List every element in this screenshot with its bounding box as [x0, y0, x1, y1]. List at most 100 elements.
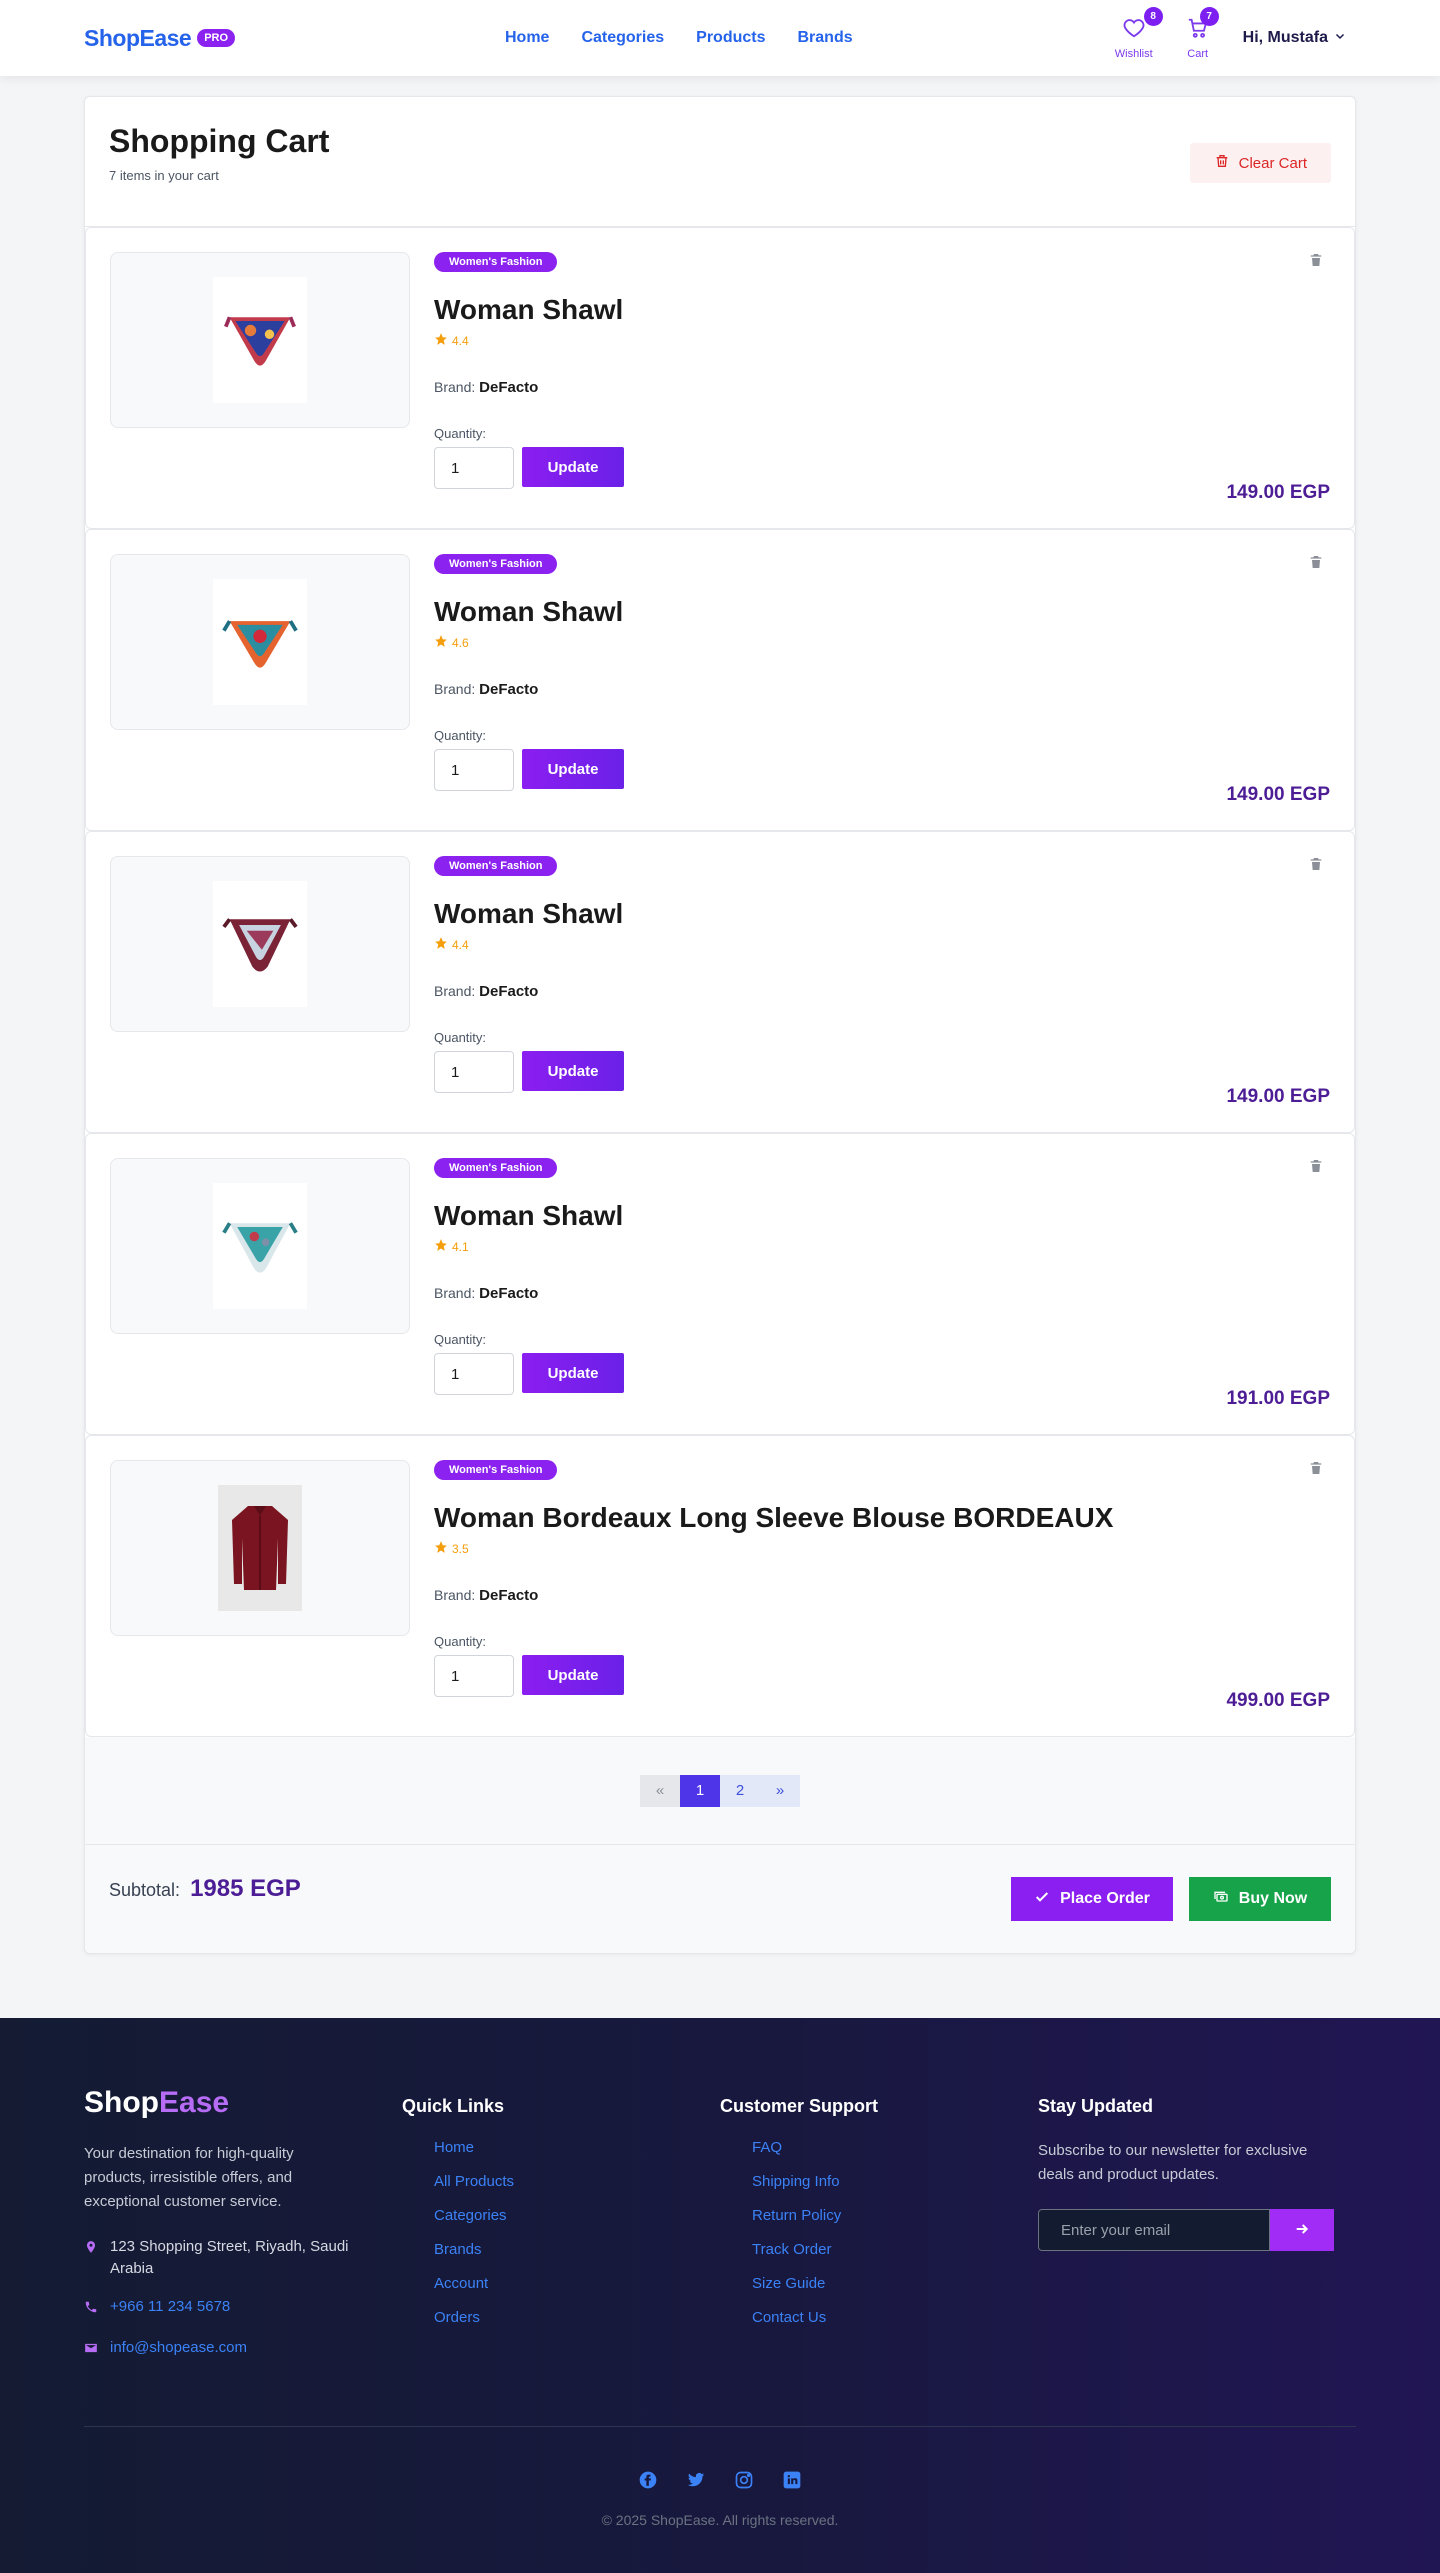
arrow-right-icon — [1294, 2221, 1310, 2240]
category-badge[interactable]: Women's Fashion — [434, 1158, 558, 1178]
quantity-label: Quantity: — [434, 1634, 487, 1649]
quantity-input[interactable] — [434, 1051, 514, 1093]
product-brand: Brand: DeFacto — [434, 1285, 539, 1302]
footer-link-returns[interactable]: Return Policy — [752, 2207, 1038, 2224]
wishlist-button[interactable]: 8 Wishlist — [1114, 6, 1163, 60]
category-badge[interactable]: Women's Fashion — [434, 1460, 558, 1480]
footer-link-faq[interactable]: FAQ — [752, 2139, 1038, 2156]
pagination-page-2[interactable]: 2 — [720, 1774, 760, 1807]
remove-item-icon[interactable] — [1308, 554, 1324, 575]
star-icon — [434, 1238, 448, 1255]
pro-badge: PRO — [197, 29, 236, 47]
quantity-label: Quantity: — [434, 1332, 487, 1347]
location-pin-icon — [84, 2236, 98, 2261]
category-badge[interactable]: Women's Fashion — [434, 252, 558, 272]
rating-value: 4.6 — [452, 635, 469, 650]
cart-item: Women's Fashion Woman Shawl 4.4 Brand: D… — [85, 227, 1355, 529]
support-title: Customer Support — [720, 2096, 879, 2116]
newsletter-title: Stay Updated — [1038, 2096, 1154, 2116]
newsletter-email-input[interactable] — [1038, 2209, 1270, 2251]
remove-item-icon[interactable] — [1308, 1460, 1324, 1481]
footer-link-home[interactable]: Home — [434, 2139, 720, 2156]
product-brand: Brand: DeFacto — [434, 983, 539, 1000]
update-quantity-button[interactable]: Update — [522, 447, 624, 487]
brand-logo[interactable]: ShopEase PRO — [84, 25, 236, 52]
item-price: 191.00 EGP — [1226, 1388, 1330, 1409]
footer-link-account[interactable]: Account — [434, 2275, 720, 2292]
nav-link-brands[interactable]: Brands — [798, 29, 853, 47]
footer-link-contact[interactable]: Contact Us — [752, 2309, 1038, 2326]
footer-link-categories[interactable]: Categories — [434, 2207, 720, 2224]
trash-icon — [1214, 153, 1230, 173]
footer-link-brands[interactable]: Brands — [434, 2241, 720, 2258]
footer-link-shipping[interactable]: Shipping Info — [752, 2173, 1038, 2190]
product-rating: 4.1 — [434, 1238, 1330, 1255]
pagination-prev[interactable]: « — [640, 1774, 680, 1807]
copyright: © 2025 ShopEase. All rights reserved. — [601, 2512, 839, 2528]
star-icon — [434, 634, 448, 651]
pagination-next[interactable]: » — [760, 1774, 800, 1807]
product-name[interactable]: Woman Shawl — [434, 898, 1330, 930]
category-badge[interactable]: Women's Fashion — [434, 554, 558, 574]
product-image[interactable] — [110, 1460, 410, 1636]
page-title: Shopping Cart — [109, 123, 330, 159]
envelope-icon — [84, 2337, 98, 2362]
nav-link-products[interactable]: Products — [696, 29, 765, 47]
wishlist-label: Wishlist — [1114, 47, 1153, 60]
subtotal-value: 1985 EGP — [190, 1875, 301, 1902]
remove-item-icon[interactable] — [1308, 252, 1324, 273]
instagram-icon[interactable] — [734, 2470, 754, 2495]
product-image[interactable] — [110, 252, 410, 428]
update-quantity-button[interactable]: Update — [522, 1353, 624, 1393]
product-image[interactable] — [110, 1158, 410, 1334]
buy-now-button[interactable]: Buy Now — [1189, 1877, 1331, 1921]
newsletter-submit-button[interactable] — [1270, 2209, 1334, 2251]
nav-link-home[interactable]: Home — [505, 29, 549, 47]
footer-phone[interactable]: +966 11 234 5678 — [84, 2296, 402, 2321]
product-image[interactable] — [110, 554, 410, 730]
footer-logo[interactable]: ShopEase — [84, 2086, 402, 2120]
clear-cart-label: Clear Cart — [1238, 154, 1307, 172]
facebook-icon[interactable] — [638, 2470, 658, 2495]
cart-summary: Subtotal: 1985 EGP Place Order Buy Now — [85, 1845, 1355, 1953]
quantity-input[interactable] — [434, 749, 514, 791]
update-quantity-button[interactable]: Update — [522, 1655, 624, 1695]
star-icon — [434, 332, 448, 349]
product-name[interactable]: Woman Shawl — [434, 596, 1330, 628]
nav-link-categories[interactable]: Categories — [581, 29, 664, 47]
newsletter-form — [1038, 2209, 1356, 2251]
footer-link-all-products[interactable]: All Products — [434, 2173, 720, 2190]
footer-email[interactable]: info@shopease.com — [84, 2337, 402, 2362]
linkedin-icon[interactable] — [782, 2470, 802, 2495]
rating-value: 4.1 — [452, 1239, 469, 1254]
remove-item-icon[interactable] — [1308, 856, 1324, 877]
product-name[interactable]: Woman Shawl — [434, 294, 1330, 326]
product-brand: Brand: DeFacto — [434, 379, 539, 396]
shawl-image — [213, 1183, 307, 1309]
category-badge[interactable]: Women's Fashion — [434, 856, 558, 876]
user-menu[interactable]: Hi, Mustafa — [1243, 29, 1346, 47]
cart-item: Women's Fashion Woman Shawl 4.4 Brand: D… — [85, 831, 1355, 1133]
update-quantity-button[interactable]: Update — [522, 749, 624, 789]
cart-count-badge: 7 — [1199, 6, 1219, 26]
cart-item: Women's Fashion Woman Bordeaux Long Slee… — [85, 1435, 1355, 1737]
footer-divider — [84, 2426, 1356, 2427]
product-image[interactable] — [110, 856, 410, 1032]
place-order-button[interactable]: Place Order — [1011, 1877, 1173, 1921]
product-name[interactable]: Woman Bordeaux Long Sleeve Blouse BORDEA… — [434, 1502, 1330, 1534]
quantity-input[interactable] — [434, 447, 514, 489]
quantity-input[interactable] — [434, 1353, 514, 1395]
footer-link-orders[interactable]: Orders — [434, 2309, 720, 2326]
product-name[interactable]: Woman Shawl — [434, 1200, 1330, 1232]
cart-button[interactable]: 7 Cart — [1187, 6, 1219, 60]
clear-cart-button[interactable]: Clear Cart — [1189, 143, 1331, 183]
twitter-icon[interactable] — [686, 2470, 706, 2495]
wishlist-count-badge: 8 — [1143, 6, 1163, 26]
update-quantity-button[interactable]: Update — [522, 1051, 624, 1091]
quantity-input[interactable] — [434, 1655, 514, 1697]
footer-support: Customer Support FAQ Shipping Info Retur… — [720, 2086, 1038, 2362]
remove-item-icon[interactable] — [1308, 1158, 1324, 1179]
footer-link-size-guide[interactable]: Size Guide — [752, 2275, 1038, 2292]
footer-link-track-order[interactable]: Track Order — [752, 2241, 1038, 2258]
pagination-page-1[interactable]: 1 — [680, 1774, 720, 1807]
